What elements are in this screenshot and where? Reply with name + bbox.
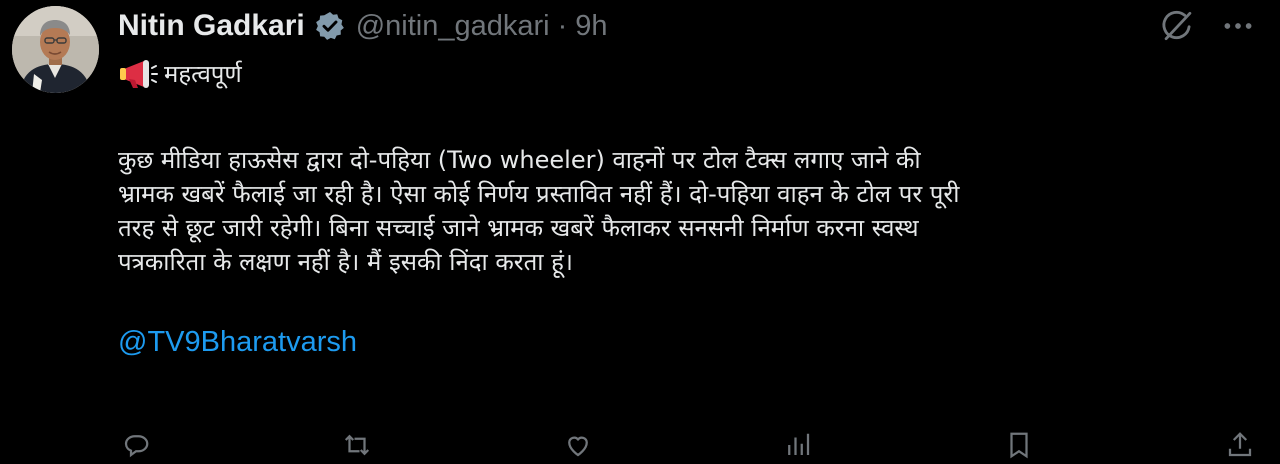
handle[interactable]: @nitin_gadkari [356, 10, 550, 43]
share-icon[interactable] [1222, 430, 1258, 460]
tweet-header: Nitin Gadkari @nitin_gadkari · 9h [118, 4, 608, 48]
separator-dot: · [557, 9, 568, 42]
repost-icon[interactable] [339, 430, 375, 460]
tweet-paragraph: कुछ मीडिया हाऊसेस द्वारा दो-पहिया (Two w… [118, 146, 960, 276]
grok-icon[interactable] [1158, 6, 1198, 46]
megaphone-icon [118, 58, 158, 90]
verified-badge-icon[interactable] [314, 10, 346, 42]
views-icon[interactable] [780, 430, 816, 460]
header-actions [1158, 6, 1258, 46]
tweet-text: महत्वपूर्ण कुछ मीडिया हाऊसेस द्वारा दो-प… [118, 52, 1248, 360]
bookmark-icon[interactable] [1001, 430, 1037, 460]
more-options-icon[interactable] [1218, 6, 1258, 46]
reply-icon[interactable] [118, 430, 154, 460]
timestamp[interactable]: 9h [575, 10, 607, 43]
display-name[interactable]: Nitin Gadkari [118, 9, 305, 43]
avatar[interactable] [12, 6, 99, 93]
mention-link[interactable]: @TV9Bharatvarsh [118, 325, 357, 359]
profile-photo [12, 6, 99, 93]
headline-text: महत्वपूर्ण [164, 60, 242, 88]
tweet-actions [118, 430, 1258, 460]
like-icon[interactable] [560, 430, 596, 460]
tweet-headline: महत्वपूर्ण [118, 52, 1248, 96]
